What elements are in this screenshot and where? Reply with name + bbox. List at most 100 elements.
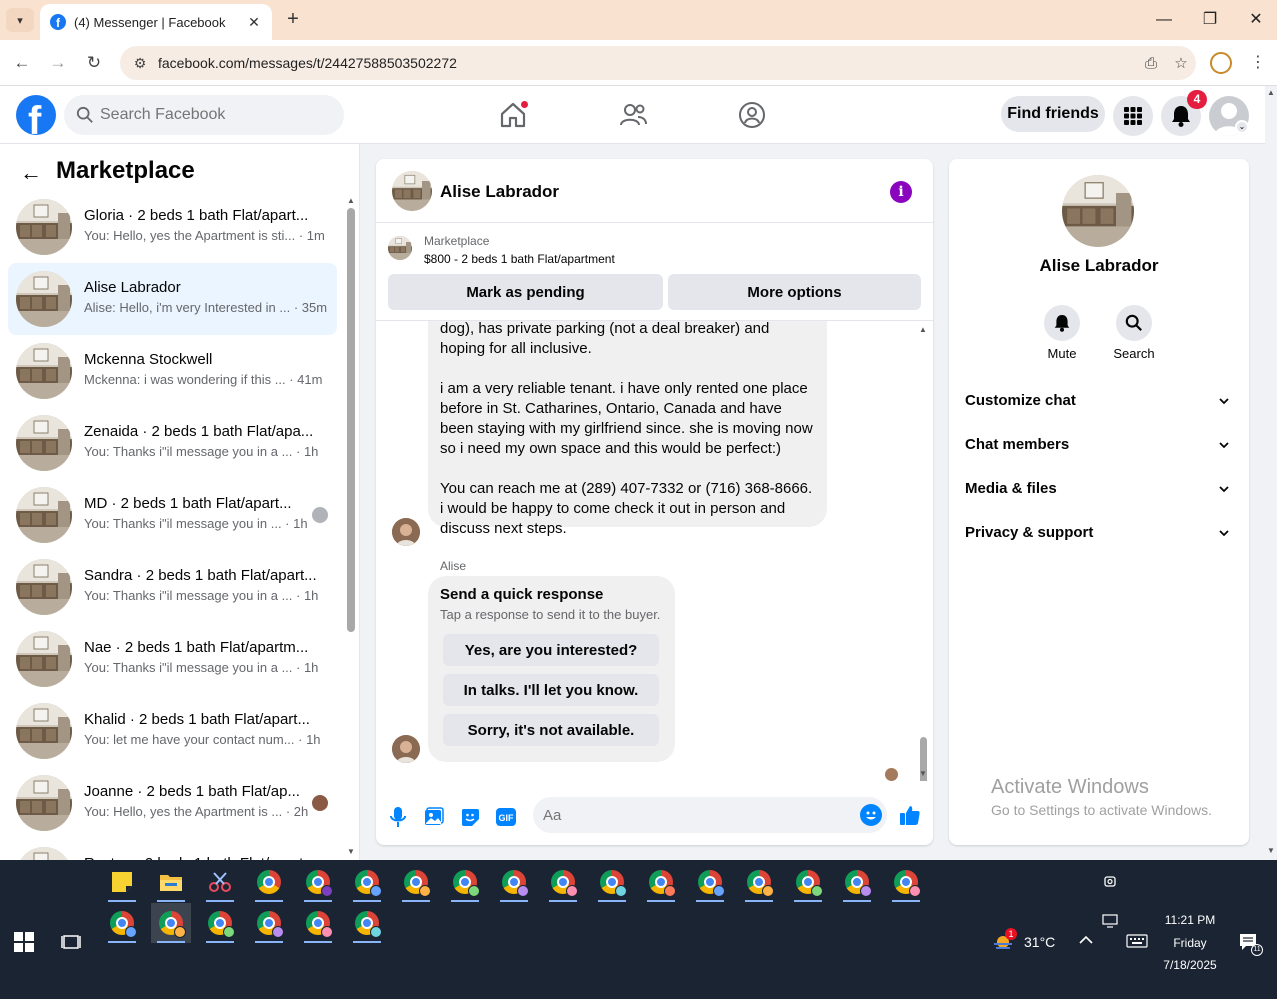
emoji-icon[interactable] — [860, 804, 882, 826]
chrome-icon[interactable] — [249, 862, 289, 902]
privacy-support-section[interactable]: Privacy & support — [965, 524, 1233, 548]
photo-icon[interactable] — [422, 805, 446, 829]
conversation-item[interactable]: Rustan · 2 beds 1 bath Flat/apart... — [8, 839, 337, 860]
chrome-icon[interactable] — [298, 903, 338, 943]
quick-response-option[interactable]: In talks. I'll let you know. — [443, 674, 659, 706]
bookmark-star-icon[interactable]: ☆ — [1166, 54, 1196, 72]
listing-thumbnail[interactable] — [388, 236, 412, 260]
tab-search-button[interactable]: ▾ — [6, 8, 34, 32]
more-options-button[interactable]: More options — [668, 274, 921, 310]
customize-chat-section[interactable]: Customize chat — [965, 392, 1233, 416]
conversation-item[interactable]: Alise Labrador Alise: Hello, i'm very Int… — [8, 263, 337, 335]
minimize-button[interactable]: — — [1141, 6, 1187, 34]
chrome-icon[interactable] — [837, 862, 877, 902]
scroll-up-icon[interactable]: ▲ — [919, 325, 927, 334]
windows-start-icon[interactable] — [14, 932, 34, 952]
thumbs-up-icon[interactable] — [898, 803, 924, 829]
chrome-icon[interactable] — [347, 862, 387, 902]
chrome-icon[interactable] — [396, 862, 436, 902]
chrome-icon[interactable] — [592, 862, 632, 902]
install-app-icon[interactable]: ⎙ — [1136, 55, 1166, 72]
scroll-down-icon[interactable]: ▼ — [919, 769, 927, 778]
chat-members-section[interactable]: Chat members — [965, 436, 1233, 460]
conversation-item[interactable]: Nae · 2 beds 1 bath Flat/apartm... You: T… — [8, 623, 337, 695]
chrome-icon[interactable] — [886, 862, 926, 902]
microphone-icon[interactable] — [386, 805, 410, 829]
back-arrow-icon[interactable]: ← — [20, 160, 42, 186]
search-in-chat-button[interactable]: Search — [1104, 305, 1164, 361]
page-scroll-up-icon[interactable]: ▲ — [1267, 88, 1275, 97]
reload-button[interactable]: ↻ — [81, 50, 107, 76]
browser-menu-icon[interactable]: ⋮ — [1250, 50, 1266, 76]
conversation-item[interactable]: MD · 2 beds 1 bath Flat/apart... You: Tha… — [8, 479, 337, 551]
chrome-icon[interactable] — [690, 862, 730, 902]
network-icon[interactable] — [1102, 914, 1118, 928]
address-bar[interactable]: ⚙ facebook.com/messages/t/24427588503502… — [120, 46, 1196, 80]
tab-close-icon[interactable]: ✕ — [246, 14, 262, 31]
keyboard-icon[interactable] — [1126, 934, 1148, 948]
clock-date[interactable]: 7/18/2025 — [1156, 958, 1224, 972]
sidebar-scrollbar[interactable] — [347, 208, 355, 632]
scroll-up-icon[interactable]: ▲ — [347, 196, 355, 205]
chrome-icon[interactable] — [249, 903, 289, 943]
chrome-icon[interactable] — [200, 903, 240, 943]
conversation-item[interactable]: Gloria · 2 beds 1 bath Flat/apart... You:… — [8, 191, 337, 263]
chrome-icon[interactable] — [298, 862, 338, 902]
new-tab-button[interactable]: + — [282, 8, 304, 32]
browser-profile-icon[interactable] — [1210, 52, 1232, 74]
sticker-icon[interactable] — [458, 805, 482, 829]
groups-icon[interactable] — [737, 100, 767, 130]
chat-contact-name[interactable]: Alise Labrador — [440, 182, 559, 202]
facebook-logo[interactable]: f — [16, 95, 56, 135]
find-friends-button[interactable]: Find friends — [1001, 96, 1105, 132]
page-scroll-down-icon[interactable]: ▼ — [1267, 846, 1275, 855]
chrome-icon[interactable] — [641, 862, 681, 902]
gif-icon[interactable]: GIF — [494, 805, 518, 829]
url-text[interactable]: facebook.com/messages/t/2442758850350227… — [158, 55, 1136, 71]
search-input[interactable] — [100, 106, 320, 124]
friends-icon[interactable] — [618, 100, 648, 130]
account-caret-icon[interactable]: ⌄ — [1235, 120, 1249, 134]
mark-as-pending-button[interactable]: Mark as pending — [388, 274, 663, 310]
scroll-down-icon[interactable]: ▼ — [347, 847, 355, 856]
message-input[interactable] — [533, 797, 887, 833]
chevron-up-icon[interactable] — [1078, 932, 1094, 948]
sender-avatar[interactable] — [392, 735, 420, 763]
conversation-item[interactable]: Joanne · 2 beds 1 bath Flat/ap... You: He… — [8, 767, 337, 839]
site-info-icon[interactable]: ⚙ — [130, 55, 150, 72]
conversation-item[interactable]: Khalid · 2 beds 1 bath Flat/apart... You:… — [8, 695, 337, 767]
back-button[interactable]: ← — [9, 50, 35, 76]
clock-time[interactable]: 11:21 PM — [1160, 913, 1220, 927]
info-icon[interactable]: i — [890, 181, 912, 203]
camera-tray-icon[interactable] — [1103, 874, 1117, 888]
forward-button[interactable]: → — [45, 50, 71, 76]
chrome-icon[interactable] — [788, 862, 828, 902]
temperature[interactable]: 31°C — [1024, 934, 1055, 950]
facebook-search[interactable] — [64, 95, 344, 135]
contact-profile-photo[interactable] — [1062, 175, 1134, 247]
mute-button[interactable]: Mute — [1032, 305, 1092, 361]
snipping-tool-icon[interactable] — [200, 862, 240, 902]
media-files-section[interactable]: Media & files — [965, 480, 1233, 504]
conversation-item[interactable]: Zenaida · 2 beds 1 bath Flat/apa... You: … — [8, 407, 337, 479]
sender-avatar[interactable] — [392, 518, 420, 546]
clock-day[interactable]: Friday — [1160, 936, 1220, 950]
chrome-icon[interactable] — [739, 862, 779, 902]
contact-thumbnail[interactable] — [392, 171, 432, 211]
browser-tab-active[interactable]: f (4) Messenger | Facebook ✕ — [40, 4, 272, 40]
chrome-icon[interactable] — [151, 903, 191, 943]
file-explorer-icon[interactable] — [151, 862, 191, 902]
chrome-icon[interactable] — [347, 903, 387, 943]
close-window-button[interactable]: ✕ — [1233, 6, 1277, 34]
conversation-item[interactable]: Sandra · 2 beds 1 bath Flat/apart... You:… — [8, 551, 337, 623]
task-view-icon[interactable] — [61, 932, 81, 952]
sticky-notes-icon[interactable] — [102, 862, 142, 902]
menu-grid-button[interactable] — [1113, 96, 1153, 136]
chrome-icon[interactable] — [102, 903, 142, 943]
contact-name[interactable]: Alise Labrador — [949, 256, 1249, 276]
restore-button[interactable]: ❐ — [1187, 6, 1233, 34]
chrome-icon[interactable] — [494, 862, 534, 902]
chrome-icon[interactable] — [445, 862, 485, 902]
conversation-item[interactable]: Mckenna Stockwell Mckenna: i was wonderin… — [8, 335, 337, 407]
chrome-icon[interactable] — [543, 862, 583, 902]
